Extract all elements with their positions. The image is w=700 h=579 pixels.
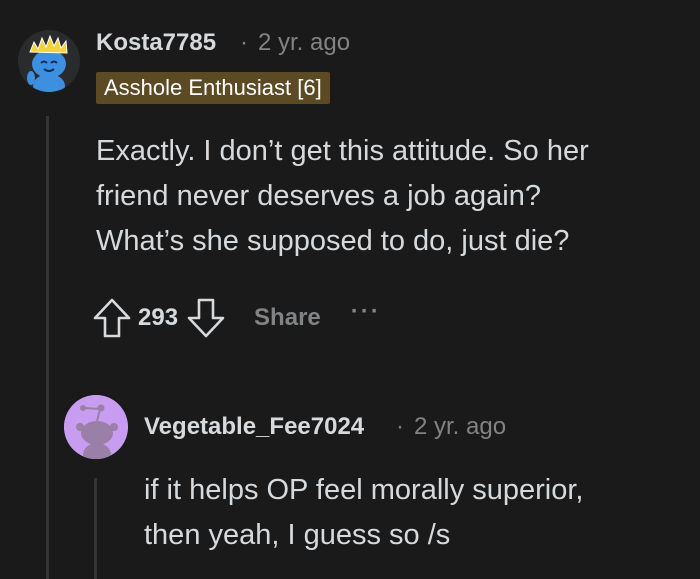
reply-avatar[interactable] (64, 395, 128, 459)
comment-timestamp[interactable]: 2 yr. ago (258, 29, 350, 57)
vote-count: 293 (138, 304, 179, 331)
share-button[interactable]: Share (254, 304, 321, 332)
comment-body-line: What’s she supposed to do, just die? (96, 225, 570, 257)
reply-body-line: if it helps OP feel morally superior, (144, 474, 584, 506)
comment-body-line: friend never deserves a job again? (96, 180, 541, 212)
more-options-icon[interactable]: ··· (351, 298, 381, 326)
reply-username[interactable]: Vegetable_Fee7024 (144, 413, 364, 441)
thread-line-reply[interactable] (94, 478, 97, 579)
snoo-avatar-icon (64, 395, 128, 459)
reply-body-line: then yeah, I guess so /s (144, 519, 451, 551)
thread-line-main[interactable] (46, 116, 49, 579)
reply-separator: · (396, 413, 404, 440)
user-flair: Asshole Enthusiast [6] (96, 72, 330, 104)
upvote-arrow-icon (93, 298, 131, 338)
comment-thread: Kosta7785 · 2 yr. ago Asshole Enthusiast… (0, 0, 700, 579)
downvote-button[interactable] (184, 296, 228, 340)
reply-body: if it helps OP feel morally superior, th… (144, 468, 584, 558)
snoo-avatar-icon (18, 30, 80, 92)
comment-body-line: Exactly. I don’t get this attitude. So h… (96, 135, 589, 167)
comment-separator: · (240, 29, 248, 56)
downvote-arrow-icon (187, 298, 225, 338)
comment-body: Exactly. I don’t get this attitude. So h… (96, 129, 589, 264)
reply-timestamp[interactable]: 2 yr. ago (414, 413, 506, 441)
comment-action-bar: 293 Share ··· (90, 294, 381, 342)
avatar[interactable] (18, 30, 80, 92)
upvote-button[interactable] (90, 296, 134, 340)
comment-username[interactable]: Kosta7785 (96, 29, 216, 57)
